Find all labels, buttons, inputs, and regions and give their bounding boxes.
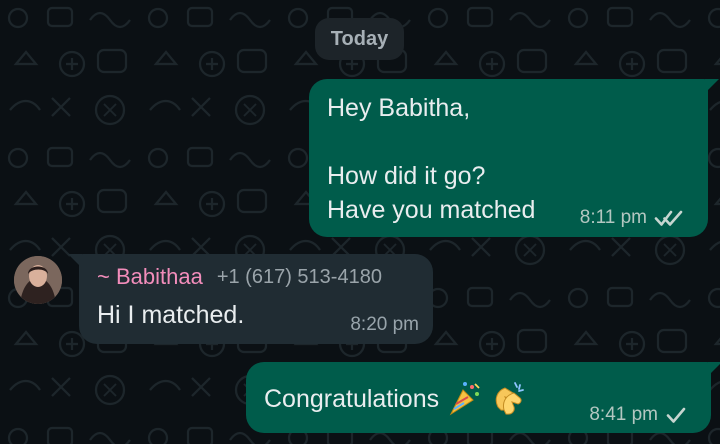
double-tick-icon	[654, 208, 684, 228]
sender-name[interactable]: ~ Babithaa	[97, 264, 203, 290]
bubble-tail	[68, 254, 82, 268]
incoming-message-bubble[interactable]: ~ Babithaa +1 (617) 513-4180 Hi I matche…	[68, 254, 433, 344]
message-text: Hey Babitha, How did it go? Have you mat…	[327, 94, 536, 224]
message-text: Hi I matched.	[97, 301, 245, 329]
message-time: 8:20 pm	[350, 314, 419, 335]
message-time: 8:11 pm	[579, 207, 647, 228]
bubble-tail	[705, 79, 719, 93]
sender-avatar[interactable]	[14, 256, 62, 304]
outgoing-message-bubble[interactable]: Hey Babitha, How did it go? Have you mat…	[309, 79, 719, 237]
sender-phone[interactable]: +1 (617) 513-4180	[217, 266, 382, 289]
single-tick-icon	[665, 405, 687, 425]
bubble-tail	[708, 362, 720, 376]
sender-info: ~ Babithaa +1 (617) 513-4180	[97, 264, 382, 290]
outgoing-message-bubble[interactable]: Congratulations 8:41 pm	[246, 362, 720, 433]
message-meta: 8:20 pm	[350, 314, 419, 336]
message-meta: 8:41 pm	[589, 404, 687, 426]
date-separator-label: Today	[330, 27, 389, 50]
message-content: Congratulations	[264, 380, 527, 418]
message-text: Congratulations	[264, 385, 440, 413]
date-separator: Today	[315, 18, 404, 60]
message-meta: 8:11 pm	[580, 207, 684, 229]
clapping-hands-icon	[489, 380, 527, 418]
party-popper-icon	[445, 380, 483, 418]
message-time: 8:41 pm	[589, 404, 658, 425]
